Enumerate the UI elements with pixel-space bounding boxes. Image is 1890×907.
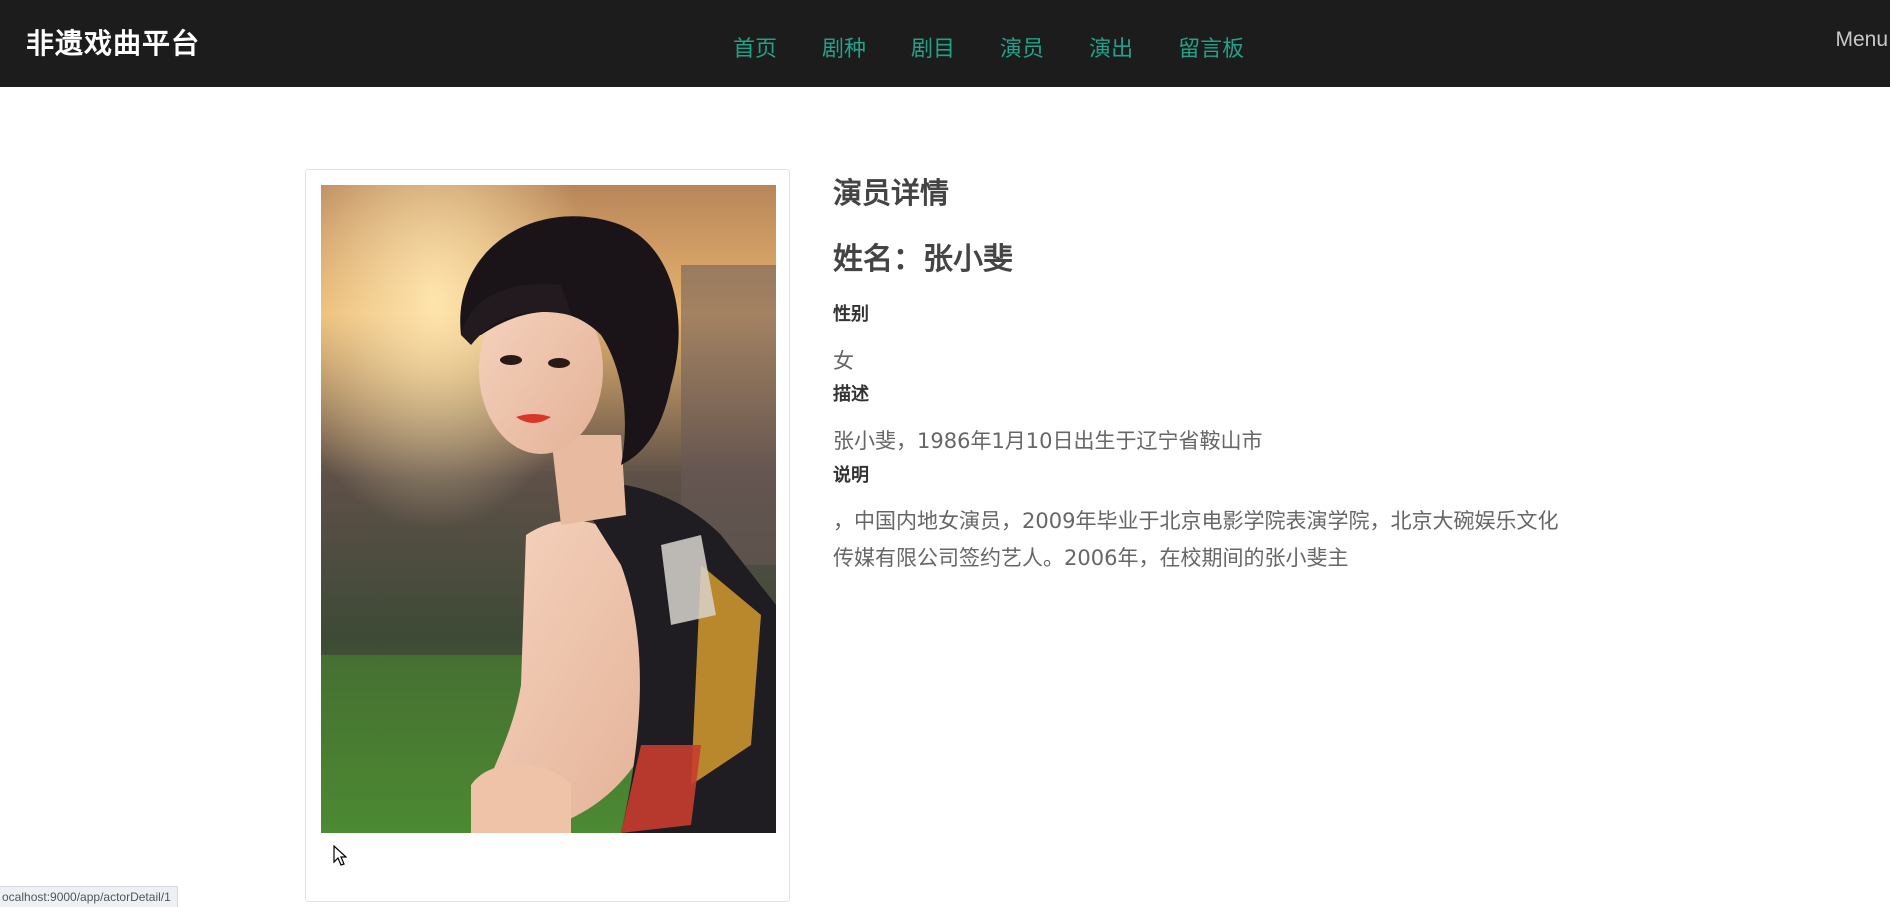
actor-photo <box>321 185 776 833</box>
nav-item-performances[interactable]: 演出 <box>1089 31 1133 63</box>
top-navbar: 非遗戏曲平台 首页 剧种 剧目 演员 演出 留言板 Menu <box>0 0 1890 87</box>
nav-item-message-board[interactable]: 留言板 <box>1178 31 1244 63</box>
nav-item-home[interactable]: 首页 <box>733 31 777 63</box>
actor-name: 姓名：张小斐 <box>833 242 1013 277</box>
nav-item-actors[interactable]: 演员 <box>1000 31 1044 63</box>
notes-label: 说明 <box>833 465 869 486</box>
gender-value: 女 <box>833 349 854 373</box>
description-label: 描述 <box>833 384 869 405</box>
actor-photo-card <box>305 169 790 902</box>
nav-item-genres[interactable]: 剧种 <box>822 31 866 63</box>
browser-status-bar: ocalhost:9000/app/actorDetail/1 <box>0 886 178 907</box>
page-title: 演员详情 <box>833 176 950 210</box>
menu-button[interactable]: Menu <box>1835 28 1888 52</box>
nav-item-repertoire[interactable]: 剧目 <box>911 31 955 63</box>
notes-value: ，中国内地女演员，2009年毕业于北京电影学院表演学院，北京大碗娱乐文化传媒有限… <box>833 509 1559 570</box>
mouse-cursor-icon <box>333 845 347 866</box>
description-value: 张小斐，1986年1月10日出生于辽宁省鞍山市 <box>833 429 1263 453</box>
gender-label: 性别 <box>833 304 869 325</box>
main-nav: 首页 剧种 剧目 演员 演出 留言板 <box>733 31 1289 63</box>
site-brand[interactable]: 非遗戏曲平台 <box>26 22 200 62</box>
